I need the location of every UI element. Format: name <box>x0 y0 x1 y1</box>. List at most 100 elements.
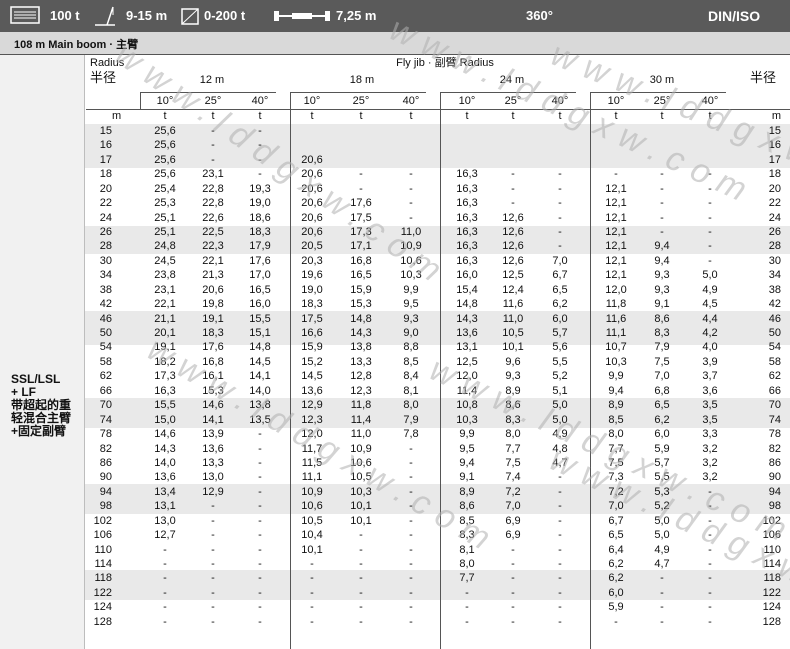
load-cell: 9,1 <box>459 471 475 484</box>
load-cell: 13,1 <box>154 500 176 513</box>
load-cell: 13,5 <box>249 413 271 426</box>
load-cell: 8,3 <box>654 327 670 339</box>
radius-icon <box>95 6 115 26</box>
load-cell: 15,5 <box>249 312 271 325</box>
angle-label: 25° <box>204 95 222 107</box>
load-cell: 5,0 <box>654 529 670 541</box>
load-cell: 24,5 <box>154 254 176 267</box>
load-cell: 25,6 <box>154 139 176 152</box>
load-cell: 10,9 <box>301 485 323 498</box>
radius-cell: 98 <box>99 500 112 513</box>
load-cell: - <box>211 572 215 585</box>
load-cell: - <box>258 543 262 556</box>
load-cell: 12,8 <box>350 370 372 383</box>
load-cell: - <box>660 182 664 195</box>
load-cell: - <box>211 586 215 599</box>
load-cell: 7,2 <box>505 485 521 498</box>
load-cell: 12,9 <box>202 485 224 498</box>
load-cell: 13,1 <box>456 341 478 354</box>
capacity-value: 100 t <box>50 8 80 23</box>
load-cell: - <box>558 485 562 498</box>
load-cell: 18,2 <box>154 355 176 368</box>
load-cell: 12,1 <box>605 240 627 253</box>
radius-cell: 94 <box>99 485 112 498</box>
load-cell: 8,1 <box>459 543 475 556</box>
load-cell: 17,3 <box>154 370 176 383</box>
load-cell: - <box>708 529 712 541</box>
load-cell: 12,1 <box>605 197 627 210</box>
load-cell: 8,4 <box>403 370 419 383</box>
load-cell: - <box>660 197 664 210</box>
load-cell: 17,1 <box>350 240 372 253</box>
load-cell: - <box>511 572 515 585</box>
load-cell: 11,1 <box>301 471 323 484</box>
load-cell: 12,4 <box>502 283 524 296</box>
load-cell: 14,1 <box>249 370 271 383</box>
load-cell: 10,9 <box>350 442 372 455</box>
load-cell: 15,9 <box>350 283 372 296</box>
load-cell: 6,0 <box>608 586 624 599</box>
load-cell: 11,7 <box>301 442 323 455</box>
load-cell: 6,2 <box>654 413 670 426</box>
load-cell: 16,3 <box>456 211 478 224</box>
load-cell: 6,8 <box>654 384 670 397</box>
load-cell: 7,5 <box>608 456 624 469</box>
boom-subheader: 108 m Main boom · 主臂 <box>0 32 790 55</box>
radius-cell-right: 17 <box>768 153 781 166</box>
radius-cell-right: 78 <box>768 428 781 440</box>
load-cell: 19,0 <box>301 283 323 296</box>
load-cell: - <box>708 168 712 181</box>
spec-header-bar: 100 t 9-15 m 0-200 t 7,25 m 360° DIN/ISO <box>0 0 790 32</box>
load-cell: 25,1 <box>154 211 176 224</box>
load-cell: - <box>465 601 469 614</box>
row-band <box>85 311 790 345</box>
load-cell: 9,3 <box>654 269 670 282</box>
load-cell: 6,4 <box>608 543 624 556</box>
angle-label: 10° <box>303 95 321 107</box>
radius-cell-right: 70 <box>768 399 781 412</box>
unit-t-label: t <box>660 110 664 122</box>
load-cell: 12,5 <box>502 269 524 282</box>
load-cell: - <box>465 615 469 628</box>
load-cell: 7,4 <box>505 471 521 484</box>
load-cell: - <box>708 254 712 267</box>
standard-label: DIN/ISO <box>708 8 761 24</box>
load-cell: - <box>211 615 215 628</box>
load-cell: - <box>163 543 167 556</box>
load-cell: 5,5 <box>552 355 568 368</box>
watermark-text: www.lddgxw.com <box>141 330 506 563</box>
radius-cell: 62 <box>99 370 112 383</box>
table-divider <box>440 92 441 109</box>
load-cell: 11,4 <box>456 384 478 397</box>
load-cell: 15,4 <box>456 283 478 296</box>
load-cell: 5,0 <box>654 514 670 527</box>
load-cell: 20,6 <box>301 168 323 181</box>
radius-cell: 124 <box>93 601 112 614</box>
load-cell: - <box>359 543 363 556</box>
load-cell: - <box>708 226 712 238</box>
load-cell: 14,3 <box>154 442 176 455</box>
table-rule <box>590 92 726 93</box>
load-cell: 10,8 <box>456 399 478 412</box>
radius-cell: 42 <box>99 298 112 311</box>
load-cell: 9,5 <box>403 298 419 311</box>
load-cell: - <box>163 601 167 614</box>
load-cell: 4,7 <box>654 557 670 570</box>
load-cell: 8,9 <box>459 485 475 498</box>
load-cell: 13,9 <box>202 428 224 440</box>
load-cell: 9,9 <box>403 283 419 296</box>
load-cell: 9,0 <box>403 327 419 339</box>
load-cell: 10,1 <box>502 341 524 354</box>
load-cell: - <box>409 514 413 527</box>
load-cell: 13,0 <box>154 514 176 527</box>
radius-cell-right: 124 <box>762 601 781 614</box>
load-cell: 11,0 <box>502 312 524 325</box>
load-cell: 5,6 <box>552 341 568 354</box>
load-cell: 7,7 <box>505 442 521 455</box>
load-cell: 12,7 <box>154 529 176 541</box>
load-cell: 14,5 <box>301 370 323 383</box>
table-rule <box>86 109 790 110</box>
unit-t-label: t <box>558 110 562 122</box>
load-cell: - <box>310 572 314 585</box>
radius-cell-right: 38 <box>768 283 781 296</box>
